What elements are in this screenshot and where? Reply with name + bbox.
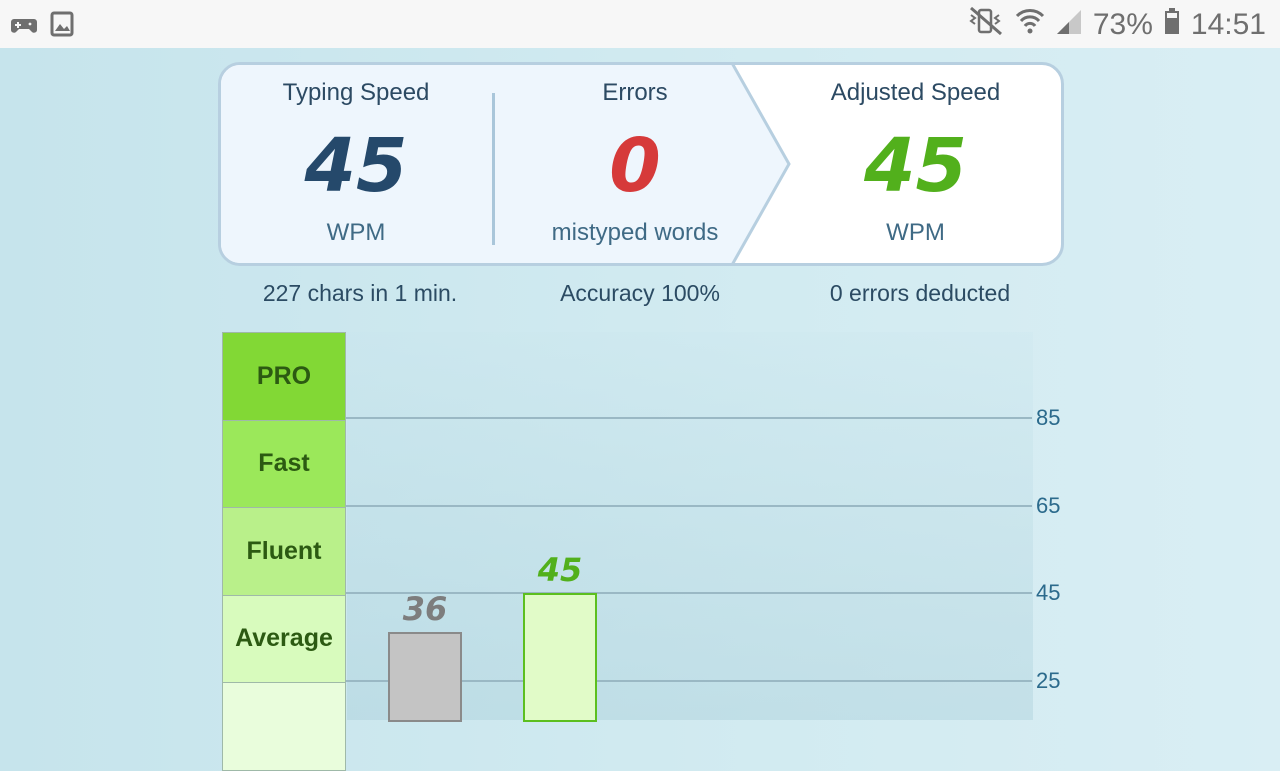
current-speed-bar-label: 45: [537, 551, 583, 589]
gridline: [346, 504, 1032, 507]
previous-speed-bar-label: 36: [402, 590, 448, 629]
gridline: [346, 417, 1032, 419]
level-band-fluent: Fluent: [222, 507, 346, 596]
y-tick-label: 65: [1036, 492, 1061, 518]
level-band-average: Average: [222, 594, 346, 683]
level-band-fast: Fast: [222, 419, 346, 508]
previous-speed-bar: [388, 632, 462, 722]
y-tick-label: 25: [1036, 667, 1061, 693]
level-band-beginner: [222, 682, 346, 771]
current-speed-bar: [523, 593, 597, 722]
level-band-pro: PRO: [222, 332, 346, 421]
y-tick-label: 85: [1036, 405, 1061, 430]
speed-chart: PRO Fast Fluent Average 85 65 45 25 36 45: [0, 0, 1280, 771]
y-tick-label: 45: [1036, 580, 1061, 605]
